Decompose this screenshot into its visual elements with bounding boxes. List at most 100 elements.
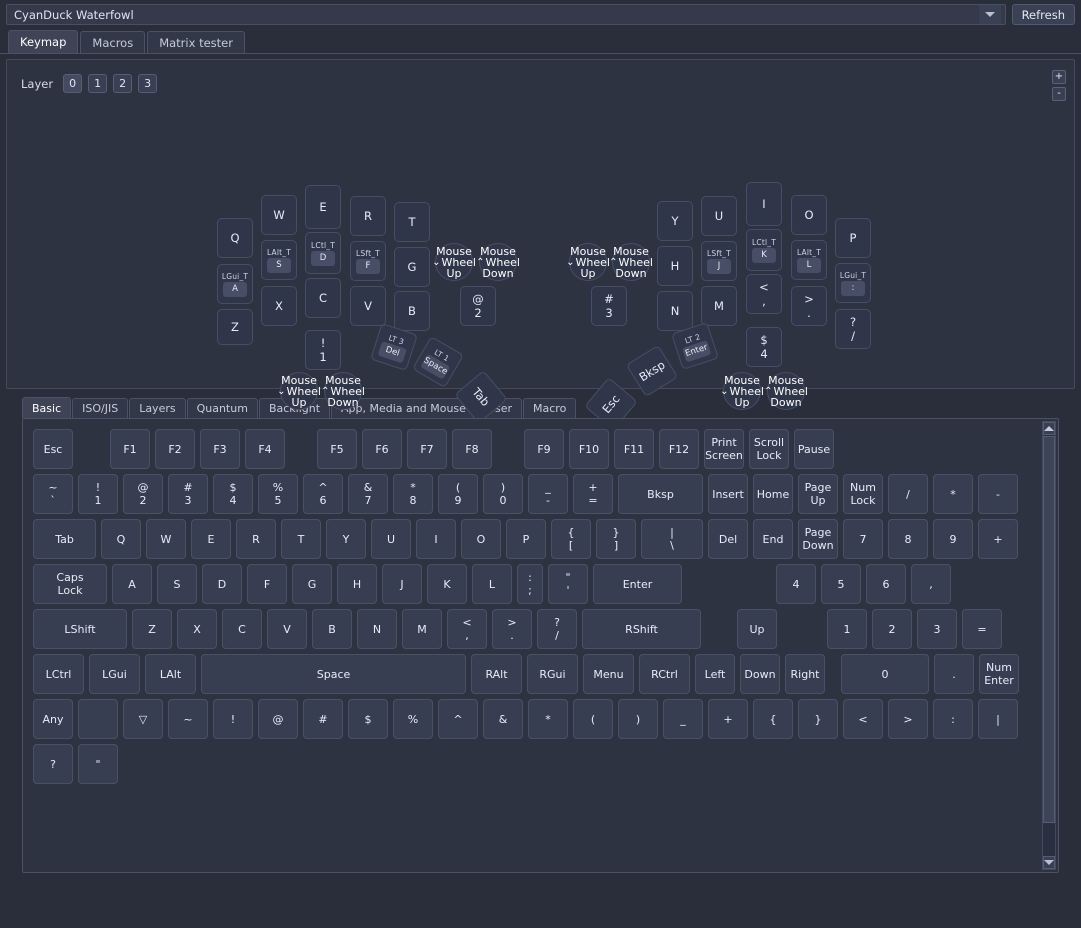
keycode-blank[interactable]: { bbox=[753, 699, 793, 739]
keycode-blank[interactable]: ▽ bbox=[123, 699, 163, 739]
keycode-right[interactable]: Right bbox=[785, 654, 825, 694]
keycap-lsft-t-j[interactable]: LSft_TJ bbox=[701, 241, 737, 281]
keycode-w[interactable]: W bbox=[146, 519, 186, 559]
keycode-g[interactable]: G bbox=[292, 564, 332, 604]
keycode-rctrl[interactable]: RCtrl bbox=[639, 654, 690, 694]
keycode-f2[interactable]: F2 bbox=[155, 429, 195, 469]
keycap-,[interactable]: <, bbox=[746, 274, 782, 314]
keycode-down[interactable]: Down bbox=[740, 654, 780, 694]
keycode-blank[interactable]: | bbox=[978, 699, 1018, 739]
keycode-1[interactable]: 1 bbox=[827, 609, 867, 649]
keycode-blank[interactable]: ~ bbox=[168, 699, 208, 739]
keycap-2[interactable]: @2 bbox=[460, 286, 496, 326]
keycode-blank[interactable]: ^ bbox=[438, 699, 478, 739]
keycode-tab-basic[interactable]: Basic bbox=[22, 397, 71, 418]
keycode-num-enter[interactable]: NumEnter bbox=[979, 654, 1019, 694]
keycode-pause[interactable]: Pause bbox=[794, 429, 834, 469]
keycode-i[interactable]: I bbox=[416, 519, 456, 559]
keycode-p[interactable]: P bbox=[506, 519, 546, 559]
keycode-caps-lock[interactable]: CapsLock bbox=[33, 564, 107, 604]
keycap-e[interactable]: E bbox=[305, 185, 341, 229]
keycode-f12[interactable]: F12 bbox=[659, 429, 699, 469]
keycode-0[interactable]: )0 bbox=[483, 474, 523, 514]
keycap-r[interactable]: R bbox=[350, 196, 386, 236]
keycode-del[interactable]: Del bbox=[708, 519, 748, 559]
keycode-page-down[interactable]: PageDown bbox=[798, 519, 838, 559]
keycap-mouse-wheel-down[interactable]: Mouse⌃WheelDown bbox=[612, 243, 650, 281]
keycap-lctl-t-d[interactable]: LCtl_TD bbox=[305, 232, 341, 274]
keycode-space[interactable]: Space bbox=[201, 654, 466, 694]
keycap-lalt-t-s[interactable]: LAlt_TS bbox=[261, 240, 297, 280]
keycap-1[interactable]: !1 bbox=[305, 330, 341, 370]
keycode-blank[interactable]: "' bbox=[548, 564, 588, 604]
keycap-mouse-wheel-up[interactable]: Mouse⌄WheelUp bbox=[723, 372, 761, 410]
keycode-blank[interactable]: ) bbox=[618, 699, 658, 739]
keycode-t[interactable]: T bbox=[281, 519, 321, 559]
keycode-q[interactable]: Q bbox=[101, 519, 141, 559]
scrollbar-track[interactable] bbox=[1043, 435, 1055, 856]
keycode-blank[interactable]: ! bbox=[213, 699, 253, 739]
keycode-blank[interactable]: += bbox=[573, 474, 613, 514]
main-tab-keymap[interactable]: Keymap bbox=[8, 30, 78, 53]
keycode-1[interactable]: !1 bbox=[78, 474, 118, 514]
keycode-f3[interactable]: F3 bbox=[200, 429, 240, 469]
keycap-lalt-t-l[interactable]: LAlt_TL bbox=[791, 240, 827, 280]
keycode-blank[interactable]: |\ bbox=[641, 519, 703, 559]
keycode-home[interactable]: Home bbox=[753, 474, 793, 514]
keycode-b[interactable]: B bbox=[312, 609, 352, 649]
keycap-m[interactable]: M bbox=[701, 286, 737, 326]
keycode-lgui[interactable]: LGui bbox=[89, 654, 140, 694]
keycap-lgui-t-[interactable]: LGui_T: bbox=[835, 263, 871, 303]
keycode-blank[interactable]: * bbox=[528, 699, 568, 739]
keycode-f5[interactable]: F5 bbox=[317, 429, 357, 469]
keycode-print-screen[interactable]: PrintScreen bbox=[704, 429, 744, 469]
keycode-blank[interactable]: . bbox=[934, 654, 974, 694]
keycap-mouse-wheel-down[interactable]: Mouse⌃WheelDown bbox=[767, 372, 805, 410]
scroll-up-button[interactable] bbox=[1043, 422, 1055, 435]
keycode-5[interactable]: %5 bbox=[258, 474, 298, 514]
keycode-tab[interactable]: Tab bbox=[33, 519, 96, 559]
keycode-bksp[interactable]: Bksp bbox=[618, 474, 703, 514]
keycode-blank[interactable]: - bbox=[978, 474, 1018, 514]
keycap-u[interactable]: U bbox=[701, 196, 737, 236]
keycode-blank[interactable]: = bbox=[962, 609, 1002, 649]
keycode-blank[interactable]: , bbox=[911, 564, 951, 604]
keycode-9[interactable]: (9 bbox=[438, 474, 478, 514]
keycode-c[interactable]: C bbox=[222, 609, 262, 649]
keycode-end[interactable]: End bbox=[753, 519, 793, 559]
keycode-0[interactable]: 0 bbox=[841, 654, 929, 694]
keycode-rshift[interactable]: RShift bbox=[582, 609, 701, 649]
keycap-q[interactable]: Q bbox=[217, 218, 253, 258]
keycap-z[interactable]: Z bbox=[217, 309, 253, 345]
keycap-.[interactable]: >. bbox=[791, 286, 827, 326]
keycode-blank[interactable]: > bbox=[888, 699, 928, 739]
keycode-blank[interactable]: }] bbox=[596, 519, 636, 559]
keycode-a[interactable]: A bbox=[112, 564, 152, 604]
keycode-left[interactable]: Left bbox=[695, 654, 735, 694]
keycode-blank[interactable]: : bbox=[933, 699, 973, 739]
keycode-k[interactable]: K bbox=[427, 564, 467, 604]
keycode-f7[interactable]: F7 bbox=[407, 429, 447, 469]
keycode-blank[interactable]: + bbox=[708, 699, 748, 739]
keycap-mouse-wheel-up[interactable]: Mouse⌄WheelUp bbox=[280, 372, 318, 410]
keycode-blank[interactable]: ? bbox=[33, 744, 73, 784]
keycode-m[interactable]: M bbox=[402, 609, 442, 649]
main-tab-matrix-tester[interactable]: Matrix tester bbox=[147, 31, 245, 53]
keycode-d[interactable]: D bbox=[202, 564, 242, 604]
keycode-f8[interactable]: F8 bbox=[452, 429, 492, 469]
keycode-scroll-lock[interactable]: ScrollLock bbox=[749, 429, 789, 469]
device-select[interactable]: CyanDuck Waterfowl bbox=[6, 4, 1006, 25]
keycode-tab-macro[interactable]: Macro bbox=[523, 398, 576, 418]
keycode-up[interactable]: Up bbox=[737, 609, 777, 649]
keycode-blank[interactable]: @ bbox=[258, 699, 298, 739]
keycode-3[interactable]: 3 bbox=[917, 609, 957, 649]
keycode-s[interactable]: S bbox=[157, 564, 197, 604]
keycode-blank[interactable]: $ bbox=[348, 699, 388, 739]
keycode-6[interactable]: ^6 bbox=[303, 474, 343, 514]
keycode-x[interactable]: X bbox=[177, 609, 217, 649]
keycode-page-up[interactable]: PageUp bbox=[798, 474, 838, 514]
keycode-ralt[interactable]: RAlt bbox=[471, 654, 522, 694]
keycode-v[interactable]: V bbox=[267, 609, 307, 649]
keycode-lctrl[interactable]: LCtrl bbox=[33, 654, 84, 694]
refresh-button[interactable]: Refresh bbox=[1012, 4, 1075, 25]
